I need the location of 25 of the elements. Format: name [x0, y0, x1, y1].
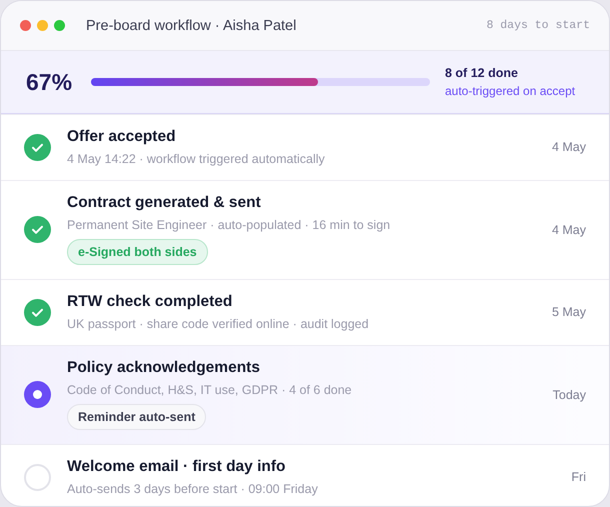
close-button[interactable]: [20, 20, 31, 31]
progress-count: 8 of 12 done: [445, 66, 519, 80]
step-detail: 4 May 14:22 · workflow triggered automatically: [67, 152, 325, 166]
step-title: RTW check completed: [67, 293, 232, 311]
step-title: Policy acknowledgements: [67, 359, 260, 377]
step-date: 5 May: [552, 305, 586, 319]
step-title: Offer accepted: [67, 128, 176, 146]
step-detail: Auto-sends 3 days before start · 09:00 Friday: [67, 482, 318, 496]
minimize-button[interactable]: [37, 20, 48, 31]
status-tag: e-Signed both sides: [67, 239, 208, 265]
step-title: Welcome email · first day info: [67, 458, 286, 476]
progress-percent: 67%: [26, 68, 74, 96]
step-detail: UK passport · share code verified online · audit logged: [67, 317, 369, 331]
step-date: 4 May: [552, 222, 586, 236]
window-title: Pre-board workflow · Aisha Patel: [86, 18, 298, 34]
step-date: Fri: [571, 470, 586, 484]
step-detail: Code of Conduct, H&S, IT use, GDPR · 4 of 6 done: [67, 383, 352, 397]
progress-note: auto-triggered on accept: [445, 84, 576, 98]
maximize-button[interactable]: [54, 20, 65, 31]
countdown-label: 8 days to start: [486, 19, 590, 32]
step-date: 4 May: [552, 140, 586, 154]
step-date: Today: [552, 388, 586, 402]
step-detail: Permanent Site Engineer · auto-populated · 16 min to sign: [67, 218, 390, 232]
status-tag: Reminder auto-sent: [67, 404, 206, 430]
step-title: Contract generated & sent: [67, 194, 261, 212]
